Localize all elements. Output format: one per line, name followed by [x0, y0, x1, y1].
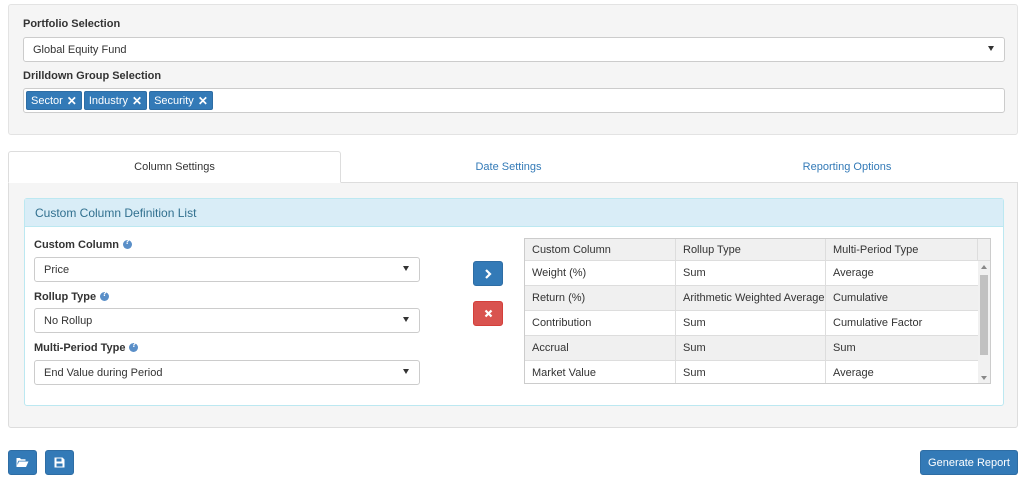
- tag-label: Industry: [88, 94, 128, 107]
- grid-cell: Average: [826, 361, 979, 383]
- rollup-type-label-text: Rollup Type: [34, 291, 97, 303]
- scroll-up-arrow-icon[interactable]: [981, 265, 987, 269]
- remove-tag-icon[interactable]: ✕: [67, 94, 77, 108]
- custom-column-grid: Custom Column Rollup Type Multi-Period T…: [524, 238, 991, 384]
- column-header[interactable]: Rollup Type: [676, 239, 826, 260]
- tag-label: Security: [154, 94, 194, 107]
- scroll-down-arrow-icon[interactable]: [981, 376, 987, 380]
- grid-scrollbar[interactable]: [978, 261, 990, 383]
- chevron-right-icon: [485, 268, 492, 279]
- chevron-down-icon: [403, 266, 409, 271]
- column-header[interactable]: Multi-Period Type: [826, 239, 978, 260]
- multi-period-type-label: Multi-Period Type: [34, 341, 139, 354]
- grid-cell: Sum: [676, 261, 826, 285]
- close-icon: [484, 309, 492, 318]
- grid-cell: Sum: [676, 336, 826, 360]
- save-button[interactable]: [45, 450, 74, 475]
- custom-column-label-text: Custom Column: [34, 239, 119, 251]
- chevron-down-icon: [403, 369, 409, 374]
- tab-reporting-options[interactable]: Reporting Options: [676, 151, 1018, 183]
- table-row[interactable]: Accrual Sum Sum: [525, 336, 979, 361]
- grid-cell: Average: [826, 261, 979, 285]
- grid-cell: Accrual: [525, 336, 676, 360]
- remove-column-button[interactable]: [473, 301, 503, 326]
- header-spacer: [978, 239, 990, 260]
- scrollbar-thumb[interactable]: [980, 275, 988, 355]
- open-button[interactable]: [8, 450, 37, 475]
- multi-period-type-select[interactable]: End Value during Period: [34, 360, 420, 385]
- table-row[interactable]: Market Value Sum Average: [525, 361, 979, 383]
- rollup-type-select[interactable]: No Rollup: [34, 308, 420, 333]
- grid-cell: Contribution: [525, 311, 676, 335]
- folder-open-icon: [16, 458, 29, 467]
- chevron-down-icon: [403, 317, 409, 322]
- rollup-type-label: Rollup Type: [34, 290, 110, 303]
- portfolio-selection-label: Portfolio Selection: [23, 18, 121, 30]
- column-header[interactable]: Custom Column: [525, 239, 676, 260]
- panel-heading: Custom Column Definition List: [25, 199, 1003, 227]
- multi-period-type-value: End Value during Period: [44, 366, 163, 379]
- tag-label: Sector: [31, 94, 63, 107]
- tab-column-settings[interactable]: Column Settings: [8, 151, 341, 183]
- tag-security: Security ✕: [149, 91, 213, 110]
- drilldown-tags-input[interactable]: Sector ✕ Industry ✕ Security ✕: [23, 88, 1005, 113]
- help-icon[interactable]: [122, 238, 132, 249]
- grid-cell: Return (%): [525, 286, 676, 310]
- remove-tag-icon[interactable]: ✕: [132, 94, 142, 108]
- multi-period-type-label-text: Multi-Period Type: [34, 342, 126, 354]
- custom-column-select[interactable]: Price: [34, 257, 420, 282]
- grid-cell: Sum: [676, 311, 826, 335]
- grid-cell: Sum: [676, 361, 826, 383]
- grid-cell: Cumulative Factor: [826, 311, 979, 335]
- grid-cell: Arithmetic Weighted Average: [676, 286, 826, 310]
- tag-sector: Sector ✕: [26, 91, 82, 110]
- grid-cell: Weight (%): [525, 261, 676, 285]
- save-icon: [54, 457, 65, 468]
- grid-cell: Sum: [826, 336, 979, 360]
- grid-cell: Market Value: [525, 361, 676, 383]
- custom-column-value: Price: [44, 263, 70, 276]
- help-icon[interactable]: [129, 341, 139, 352]
- grid-cell: Cumulative: [826, 286, 979, 310]
- drilldown-group-label: Drilldown Group Selection: [23, 70, 162, 82]
- tab-date-settings[interactable]: Date Settings: [341, 151, 676, 183]
- portfolio-select[interactable]: Global Equity Fund: [23, 37, 1005, 62]
- remove-tag-icon[interactable]: ✕: [198, 94, 208, 108]
- tag-industry: Industry ✕: [83, 91, 148, 110]
- custom-column-label: Custom Column: [34, 238, 132, 251]
- portfolio-select-value: Global Equity Fund: [33, 43, 127, 56]
- chevron-down-icon: [988, 46, 994, 51]
- table-row[interactable]: Contribution Sum Cumulative Factor: [525, 311, 979, 336]
- add-column-button[interactable]: [473, 261, 503, 286]
- portfolio-panel: Portfolio Selection Global Equity Fund D…: [8, 4, 1018, 135]
- grid-header-row: Custom Column Rollup Type Multi-Period T…: [525, 239, 990, 261]
- help-icon[interactable]: [100, 290, 110, 301]
- generate-report-button[interactable]: Generate Report: [920, 450, 1018, 475]
- settings-tabs: Column Settings Date Settings Reporting …: [8, 151, 1018, 183]
- table-row[interactable]: Weight (%) Sum Average: [525, 261, 979, 286]
- rollup-type-value: No Rollup: [44, 314, 93, 327]
- table-row[interactable]: Return (%) Arithmetic Weighted Average C…: [525, 286, 979, 311]
